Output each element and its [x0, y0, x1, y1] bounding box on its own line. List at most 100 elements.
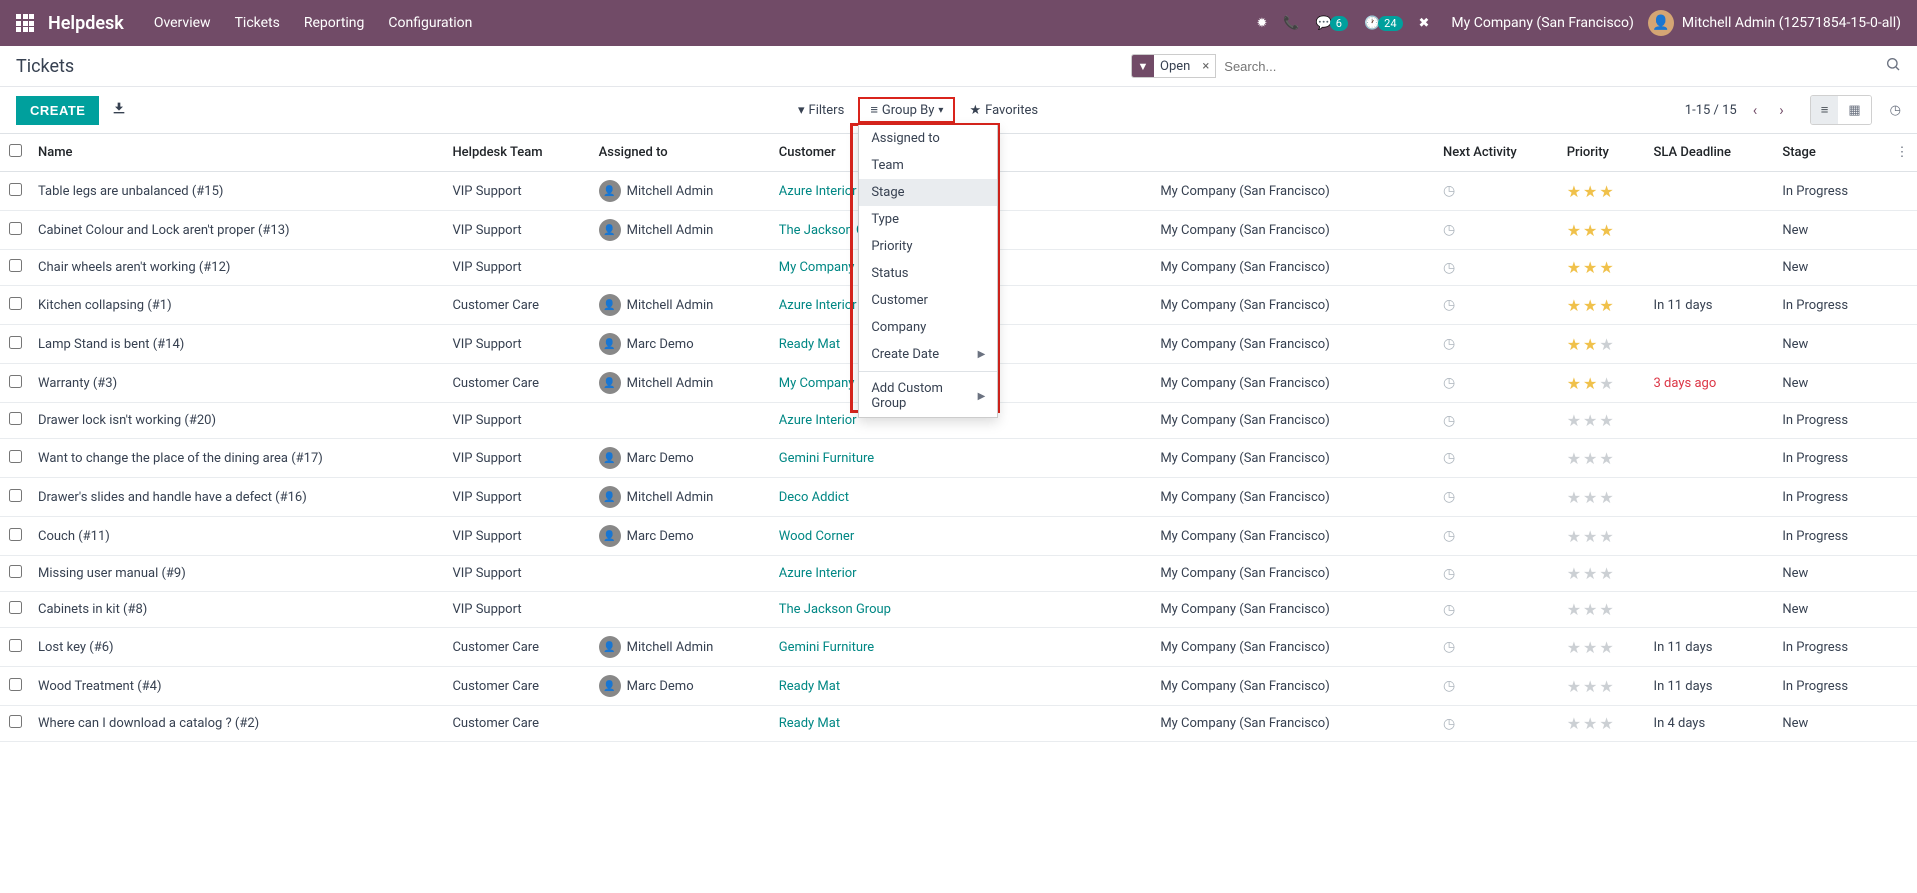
star-icon[interactable]: ★	[1599, 258, 1613, 277]
star-icon[interactable]: ★	[1567, 221, 1581, 240]
cell-activity[interactable]: ◷	[1435, 364, 1559, 403]
star-icon[interactable]: ★	[1583, 527, 1597, 546]
groupby-item-status[interactable]: Status	[859, 260, 997, 287]
cell-activity[interactable]: ◷	[1435, 556, 1559, 592]
table-row[interactable]: Want to change the place of the dining a…	[0, 439, 1917, 478]
star-icon[interactable]: ★	[1583, 488, 1597, 507]
cell-activity[interactable]: ◷	[1435, 403, 1559, 439]
table-row[interactable]: Couch (#11)VIP Support👤Marc DemoWood Cor…	[0, 517, 1917, 556]
star-icon[interactable]: ★	[1567, 182, 1581, 201]
col-assigned[interactable]: Assigned to	[591, 134, 771, 172]
clock-icon[interactable]: ◷	[1443, 260, 1455, 276]
star-icon[interactable]: ★	[1567, 411, 1581, 430]
table-row[interactable]: Missing user manual (#9)VIP SupportAzure…	[0, 556, 1917, 592]
star-icon[interactable]: ★	[1567, 258, 1581, 277]
row-checkbox[interactable]	[9, 412, 22, 425]
nav-overview[interactable]: Overview	[154, 15, 211, 31]
star-icon[interactable]: ★	[1599, 221, 1613, 240]
messages-icon[interactable]: 💬6	[1316, 16, 1348, 31]
groupby-item-priority[interactable]: Priority	[859, 233, 997, 260]
star-icon[interactable]: ★	[1583, 221, 1597, 240]
view-activity[interactable]: ◷	[1890, 103, 1901, 118]
cell-customer[interactable]: Ready Mat	[771, 706, 1081, 742]
clock-icon[interactable]: ◷	[1443, 528, 1455, 544]
star-icon[interactable]: ★	[1567, 335, 1581, 354]
row-checkbox[interactable]	[9, 297, 22, 310]
cell-activity[interactable]: ◷	[1435, 706, 1559, 742]
star-icon[interactable]: ★	[1583, 564, 1597, 583]
table-row[interactable]: Drawer's slides and handle have a defect…	[0, 478, 1917, 517]
cell-customer[interactable]: Gemini Furniture	[771, 439, 1081, 478]
cell-activity[interactable]: ◷	[1435, 517, 1559, 556]
col-activity[interactable]: Next Activity	[1435, 134, 1559, 172]
clock-icon[interactable]: ◷	[1443, 222, 1455, 238]
clock-icon[interactable]: ◷	[1443, 602, 1455, 618]
star-icon[interactable]: ★	[1583, 449, 1597, 468]
view-list[interactable]: ≡	[1811, 96, 1839, 124]
star-icon[interactable]: ★	[1599, 677, 1613, 696]
pager-prev[interactable]: ‹	[1747, 101, 1764, 119]
star-icon[interactable]: ★	[1567, 638, 1581, 657]
groupby-item-team[interactable]: Team	[859, 152, 997, 179]
clock-icon[interactable]: ◷	[1443, 413, 1455, 429]
view-kanban[interactable]: ▦	[1838, 96, 1870, 124]
table-row[interactable]: Lost key (#6)Customer Care👤Mitchell Admi…	[0, 628, 1917, 667]
star-icon[interactable]: ★	[1567, 374, 1581, 393]
row-checkbox[interactable]	[9, 639, 22, 652]
favorites-button[interactable]: ★ Favorites	[961, 97, 1046, 123]
star-icon[interactable]: ★	[1599, 638, 1613, 657]
brand[interactable]: Helpdesk	[48, 13, 124, 34]
star-icon[interactable]: ★	[1599, 335, 1613, 354]
star-icon[interactable]: ★	[1599, 296, 1613, 315]
row-checkbox[interactable]	[9, 489, 22, 502]
groupby-item-create-date[interactable]: Create Date▶	[859, 341, 997, 368]
clock-icon[interactable]: ◷	[1443, 183, 1455, 199]
star-icon[interactable]: ★	[1599, 488, 1613, 507]
star-icon[interactable]: ★	[1583, 258, 1597, 277]
clock-icon[interactable]: ◷	[1443, 297, 1455, 313]
cell-activity[interactable]: ◷	[1435, 628, 1559, 667]
star-icon[interactable]: ★	[1599, 374, 1613, 393]
apps-icon[interactable]	[16, 14, 34, 32]
user-menu[interactable]: Mitchell Admin (12571854-15-0-all)	[1682, 15, 1901, 31]
star-icon[interactable]: ★	[1567, 488, 1581, 507]
cell-activity[interactable]: ◷	[1435, 325, 1559, 364]
row-checkbox[interactable]	[9, 259, 22, 272]
clock-icon[interactable]: ◷	[1443, 336, 1455, 352]
row-checkbox[interactable]	[9, 375, 22, 388]
cell-customer[interactable]: Wood Corner	[771, 517, 1081, 556]
groupby-item-customer[interactable]: Customer	[859, 287, 997, 314]
groupby-item-company[interactable]: Company	[859, 314, 997, 341]
star-icon[interactable]: ★	[1583, 600, 1597, 619]
star-icon[interactable]: ★	[1599, 411, 1613, 430]
cell-customer[interactable]: Deco Addict	[771, 478, 1081, 517]
import-button[interactable]	[111, 100, 127, 120]
star-icon[interactable]: ★	[1567, 527, 1581, 546]
facet-close[interactable]: ×	[1196, 59, 1215, 74]
cell-customer[interactable]: Gemini Furniture	[771, 628, 1081, 667]
star-icon[interactable]: ★	[1599, 714, 1613, 733]
row-checkbox[interactable]	[9, 528, 22, 541]
star-icon[interactable]: ★	[1567, 714, 1581, 733]
groupby-add-custom[interactable]: Add Custom Group▶	[859, 375, 997, 417]
tools-icon[interactable]: ✖	[1419, 16, 1430, 31]
clock-icon[interactable]: ◷	[1443, 375, 1455, 391]
col-name[interactable]: Name	[30, 134, 444, 172]
clock-icon[interactable]: ◷	[1443, 639, 1455, 655]
col-team[interactable]: Helpdesk Team	[444, 134, 590, 172]
cell-activity[interactable]: ◷	[1435, 439, 1559, 478]
groupby-button[interactable]: ≡ Group By ▾	[858, 97, 955, 123]
row-checkbox[interactable]	[9, 336, 22, 349]
nav-configuration[interactable]: Configuration	[388, 15, 472, 31]
cell-activity[interactable]: ◷	[1435, 286, 1559, 325]
nav-tickets[interactable]: Tickets	[235, 15, 280, 31]
star-icon[interactable]: ★	[1599, 182, 1613, 201]
star-icon[interactable]: ★	[1583, 182, 1597, 201]
table-row[interactable]: Where can I download a catalog ? (#2)Cus…	[0, 706, 1917, 742]
col-sla[interactable]: SLA Deadline	[1646, 134, 1775, 172]
col-options[interactable]: ⋮	[1887, 134, 1917, 172]
row-checkbox[interactable]	[9, 222, 22, 235]
groupby-item-type[interactable]: Type	[859, 206, 997, 233]
groupby-item-assigned-to[interactable]: Assigned to	[859, 125, 997, 152]
star-icon[interactable]: ★	[1599, 564, 1613, 583]
